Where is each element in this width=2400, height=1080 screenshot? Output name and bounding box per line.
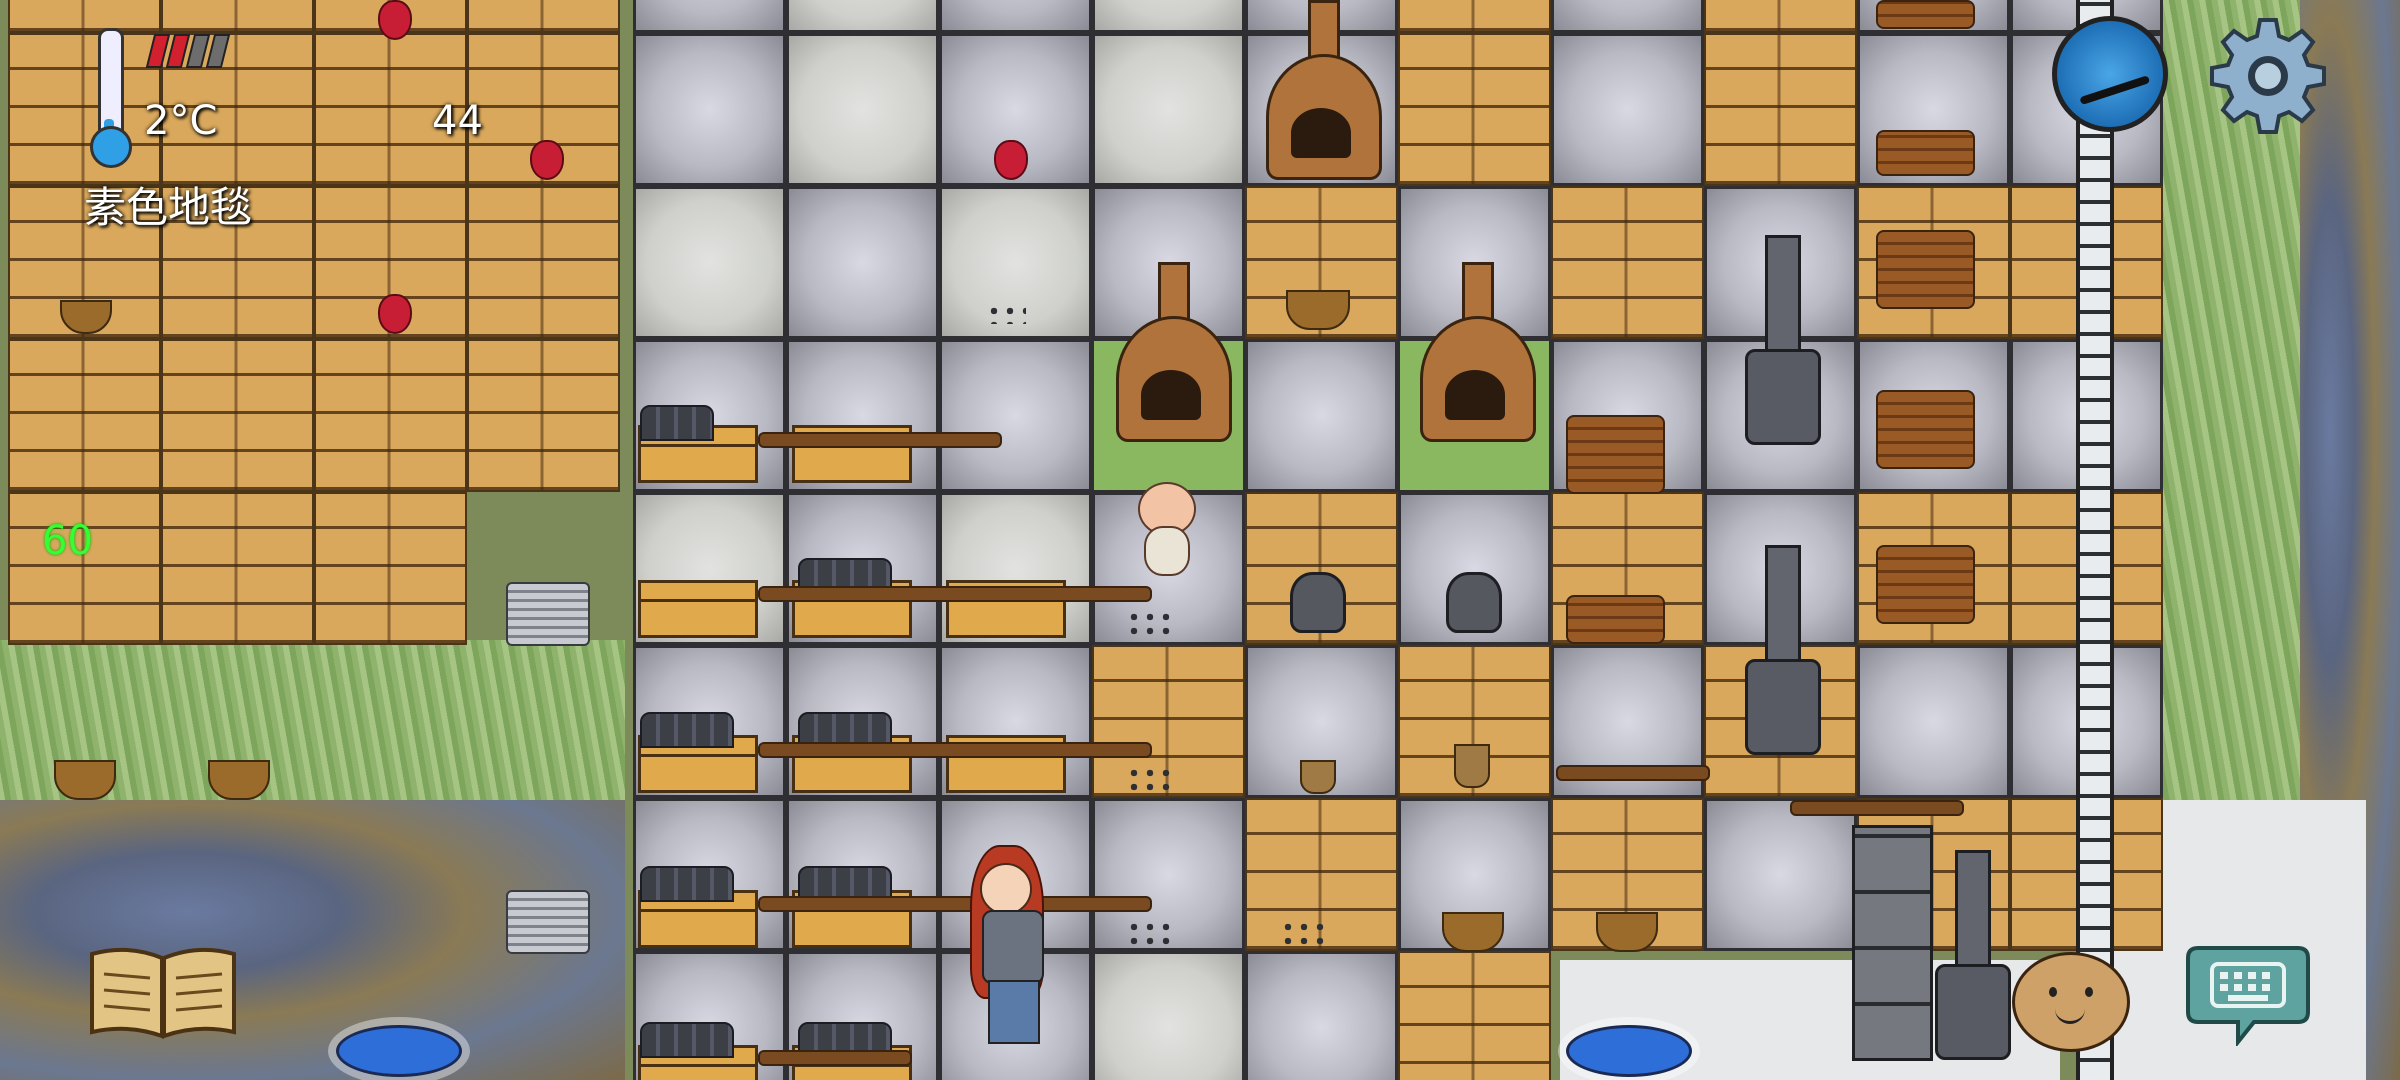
wooden-shaft[interactable] [758,432,1002,448]
wooden-floor-tile[interactable] [1398,951,1551,1080]
wooden-floor-tile[interactable] [8,0,161,33]
wooden-floor-tile[interactable] [467,0,620,33]
gooseberry[interactable] [378,0,412,40]
kiln[interactable] [1116,262,1232,442]
pond[interactable] [336,1025,462,1077]
firewood-pile[interactable] [1876,545,1975,624]
thermometer-icon [86,28,132,168]
gear-icon[interactable] [2206,14,2330,138]
iron-ingots[interactable] [640,1022,734,1058]
gooseberry[interactable] [530,140,564,180]
flint-chips[interactable] [1126,766,1176,796]
compass-icon[interactable] [2052,16,2168,132]
wooden-floor-tile[interactable] [467,186,620,339]
reed-basket[interactable] [54,760,116,800]
wooden-floor-tile[interactable] [467,339,620,492]
clay-bowl[interactable] [1300,760,1336,794]
iron-jar[interactable] [1446,572,1502,633]
wooden-floor-tile[interactable] [161,339,314,492]
wooden-shaft[interactable] [758,586,1152,602]
iron-ingots[interactable] [640,712,734,748]
iron-jar[interactable] [1290,572,1346,633]
keyboard-chat-icon[interactable] [2184,942,2312,1048]
stone-floor-tile[interactable] [1245,339,1398,492]
baby-character[interactable] [1130,482,1200,582]
firewood-pile[interactable] [1876,390,1975,469]
wooden-shaft[interactable] [758,896,1152,912]
wooden-floor-tile[interactable] [1704,33,1857,186]
flint-chips[interactable] [986,304,1026,324]
stone-plate-stack[interactable] [506,582,590,646]
reed-basket[interactable] [1596,912,1658,952]
stone-floor-tile[interactable] [1857,645,2010,798]
wooden-floor-tile[interactable] [8,339,161,492]
firewood-pile[interactable] [1876,130,1975,176]
newcomen-engine[interactable] [1920,850,2020,1060]
held-item-name: 素色地毯 [84,183,253,232]
wooden-floor-tile[interactable] [314,492,467,645]
food-meter [145,34,236,68]
stone-floor-tile[interactable] [1092,33,1245,186]
stone-floor-tile[interactable] [1092,0,1245,33]
flint-chips[interactable] [1126,920,1176,950]
player-character[interactable] [960,845,1070,1055]
wooden-floor-tile[interactable] [8,33,161,186]
game-world[interactable] [0,0,2400,1080]
smiley-potato-icon[interactable] [2012,952,2130,1052]
gooseberry[interactable] [378,294,412,334]
stone-floor-tile[interactable] [786,186,939,339]
reed-basket[interactable] [1286,290,1350,330]
wooden-floor-tile[interactable] [8,492,161,645]
stone-floor-tile[interactable] [633,186,786,339]
iron-ingots[interactable] [640,866,734,902]
wooden-floor-tile[interactable] [1398,33,1551,186]
firewood-pile[interactable] [1566,595,1665,644]
firewood-pile[interactable] [1876,230,1975,309]
newcomen-engine[interactable] [1730,545,1830,755]
stone-floor-tile[interactable] [1704,798,1857,951]
stone-floor-tile[interactable] [786,33,939,186]
newcomen-engine[interactable] [1730,235,1830,445]
gooseberry[interactable] [994,140,1028,180]
flint-chips[interactable] [1126,610,1176,640]
stone-floor-tile[interactable] [1245,951,1398,1080]
wooden-floor-tile[interactable] [314,339,467,492]
firewood-pile[interactable] [1876,0,1975,29]
stone-wall[interactable] [2076,0,2114,1080]
well-crossbar[interactable] [1790,800,1964,816]
stone-floor-tile[interactable] [939,0,1092,33]
reed-basket[interactable] [1442,912,1504,952]
wooden-floor-tile[interactable] [161,492,314,645]
iron-ingots[interactable] [640,405,714,441]
kiln[interactable] [1266,0,1382,180]
firewood-pile[interactable] [1566,415,1665,494]
stone-floor-tile[interactable] [939,339,1092,492]
age-readout: 44 [432,98,483,144]
wooden-bucket[interactable] [1454,744,1490,788]
pond[interactable] [1566,1025,1692,1077]
open-book-icon[interactable] [88,944,238,1040]
reed-basket[interactable] [208,760,270,800]
stone-floor-tile[interactable] [633,33,786,186]
wooden-floor-tile[interactable] [1551,186,1704,339]
stone-floor-tile[interactable] [1551,0,1704,33]
lifespan-counter: 60 [42,518,93,564]
stone-floor-tile[interactable] [633,0,786,33]
wooden-floor-tile[interactable] [1398,0,1551,33]
stone-floor-tile[interactable] [786,0,939,33]
wooden-shaft[interactable] [758,742,1152,758]
crate[interactable] [638,580,758,638]
food-pip-empty [205,34,231,68]
wooden-floor-tile[interactable] [1704,0,1857,33]
stone-plate-stack[interactable] [506,890,590,954]
wooden-shaft[interactable] [758,1050,912,1066]
stone-floor-tile[interactable] [1092,951,1245,1080]
stone-floor-tile[interactable] [1551,33,1704,186]
wooden-shaft[interactable] [1556,765,1710,781]
temperature-readout: 2°C [144,98,218,144]
kiln[interactable] [1420,262,1536,442]
flint-chips[interactable] [1280,920,1330,950]
wooden-floor-tile[interactable] [161,0,314,33]
